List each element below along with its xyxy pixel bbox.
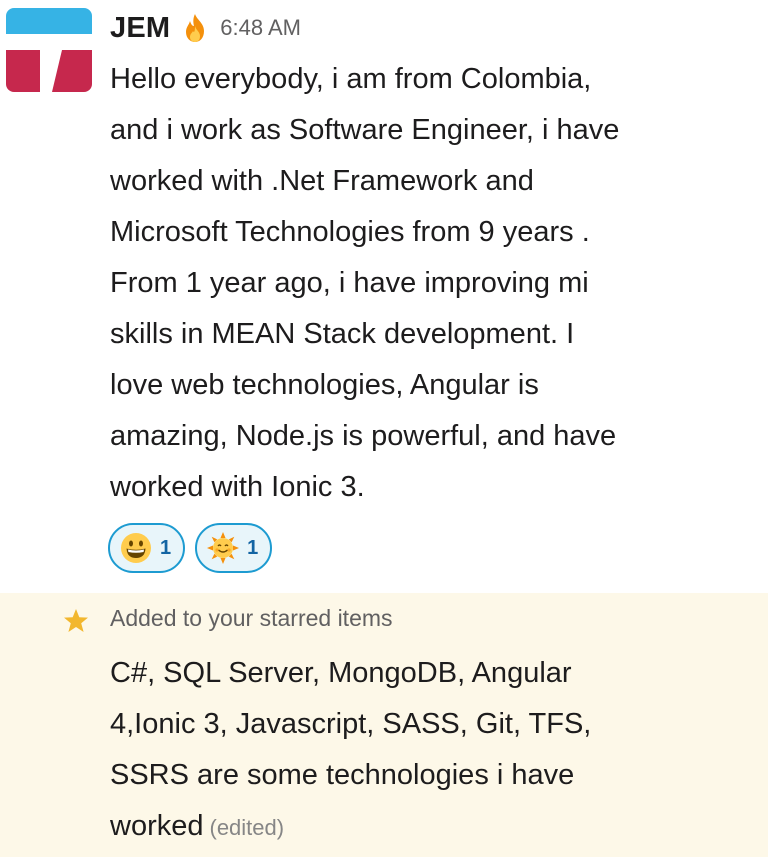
message-body: Hello everybody, i am from Colombia, and… [110,54,750,513]
grinning-face-icon [121,533,151,563]
message-line: amazing, Node.js is powerful, and have [110,420,617,452]
message-line: worked with .Net Framework and [110,165,534,197]
message-line: skills in MEAN Stack development. I [110,318,575,350]
message-line: worked with Ionic 3. [110,471,365,503]
message-header: JEM 6:48 AM [110,8,301,48]
message-line: and i work as Software Engineer, i have [110,114,620,146]
message-line: From 1 year ago, i have improving mi [110,267,589,299]
sun-with-face-icon [207,532,240,564]
star-icon[interactable] [62,607,90,635]
timestamp[interactable]: 6:48 AM [220,15,301,41]
starred-message: Added to your starred items C#, SQL Serv… [0,593,768,857]
author-name[interactable]: JEM [110,12,170,45]
reaction-count: 1 [247,536,259,559]
avatar[interactable] [6,8,92,92]
reaction-grinning[interactable]: 1 [108,523,186,573]
message-text: worked [110,810,204,842]
message-line: love web technologies, Angular is [110,369,539,401]
starred-label: Added to your starred items [110,605,393,631]
message-line: Hello everybody, i am from Colombia, [110,63,592,95]
message-line-last: worked (edited) [110,801,750,853]
message-line: SSRS are some technologies i have [110,759,575,791]
message-line: Microsoft Technologies from 9 years . [110,216,590,248]
reaction-sun[interactable]: 1 [195,523,273,573]
edited-label: (edited) [209,815,285,840]
fire-icon [182,13,208,43]
starred-body: C#, SQL Server, MongoDB, Angular 4,Ionic… [110,648,750,853]
reactions-bar: 1 1 [108,523,273,573]
message-line: C#, SQL Server, MongoDB, Angular [110,657,572,689]
reaction-count: 1 [160,536,172,559]
message-line: 4,Ionic 3, Javascript, SASS, Git, TFS, [110,708,592,740]
